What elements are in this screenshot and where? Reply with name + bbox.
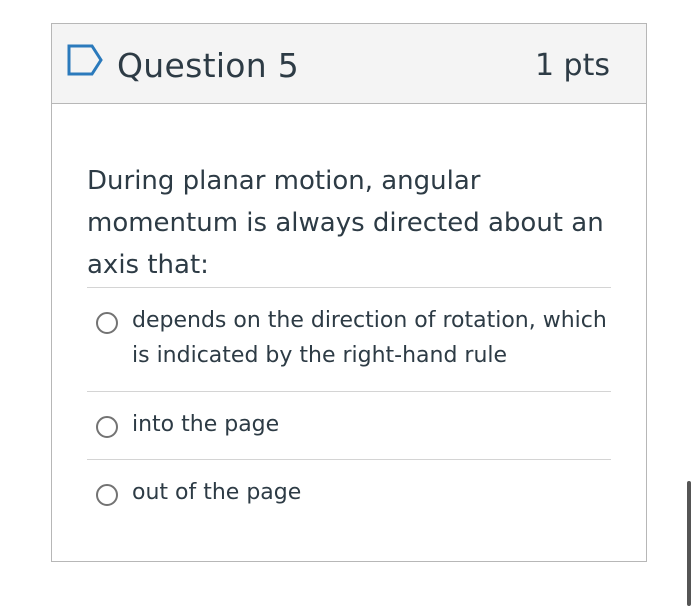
question-points: 1 pts	[534, 48, 610, 83]
flag-icon[interactable]	[66, 43, 104, 77]
divider	[87, 459, 611, 460]
divider	[87, 287, 611, 288]
answer-option-3[interactable]: out of the page	[87, 471, 611, 527]
question-text: During planar motion, angular momentum i…	[87, 166, 604, 280]
radio-icon[interactable]	[96, 484, 118, 506]
page: Question 5 1 pts During planar motion, a…	[0, 0, 700, 606]
radio-icon[interactable]	[96, 416, 118, 438]
divider	[87, 391, 611, 392]
scrollbar[interactable]	[687, 481, 691, 606]
radio-icon[interactable]	[96, 312, 118, 334]
question-title: Question 5	[117, 46, 300, 85]
answer-option-2[interactable]: into the page	[87, 403, 611, 459]
answer-label: into the page	[132, 412, 280, 437]
question-header: Question 5 1 pts	[52, 24, 646, 104]
answer-label: depends on the direction of rotation, wh…	[132, 308, 607, 368]
answer-option-1[interactable]: depends on the direction of rotation, wh…	[87, 300, 611, 392]
answer-label: out of the page	[132, 480, 302, 505]
